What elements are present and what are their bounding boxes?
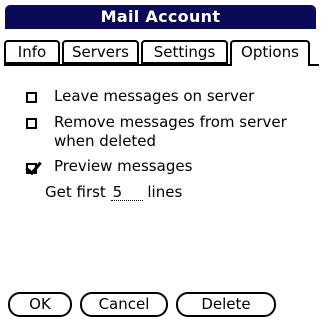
remove-from-server-label[interactable]: Remove messages from server: [54, 113, 287, 132]
tab-settings-label: Settings: [153, 43, 216, 61]
tab-bar: Info Servers Settings Options: [4, 40, 319, 66]
tab-options-label: Options: [241, 43, 299, 61]
remove-from-server-checkbox[interactable]: [26, 118, 37, 129]
remove-from-server-label-line2[interactable]: when deleted: [54, 132, 156, 151]
delete-button[interactable]: Delete: [176, 292, 276, 317]
preview-messages-label[interactable]: Preview messages: [54, 157, 192, 176]
tab-settings[interactable]: Settings: [141, 40, 228, 64]
cancel-button[interactable]: Cancel: [80, 292, 168, 317]
tab-info[interactable]: Info: [4, 40, 60, 64]
window-title: Mail Account: [5, 5, 316, 29]
lines-count-input[interactable]: 5: [110, 185, 143, 201]
leave-on-server-checkbox[interactable]: [26, 92, 37, 103]
tab-underline-left: [4, 64, 230, 66]
get-first-prefix: Get first: [45, 183, 106, 201]
tab-underline-right: [310, 64, 319, 66]
tab-info-label: Info: [17, 43, 47, 61]
tab-options[interactable]: Options: [230, 40, 310, 66]
get-first-row: Get first 5 lines: [45, 183, 182, 202]
tab-servers[interactable]: Servers: [62, 40, 139, 64]
ok-button[interactable]: OK: [8, 292, 72, 317]
preview-messages-checkbox[interactable]: [26, 163, 37, 174]
tab-servers-label: Servers: [71, 43, 129, 61]
leave-on-server-label[interactable]: Leave messages on server: [54, 87, 254, 106]
get-first-suffix: lines: [147, 183, 183, 201]
